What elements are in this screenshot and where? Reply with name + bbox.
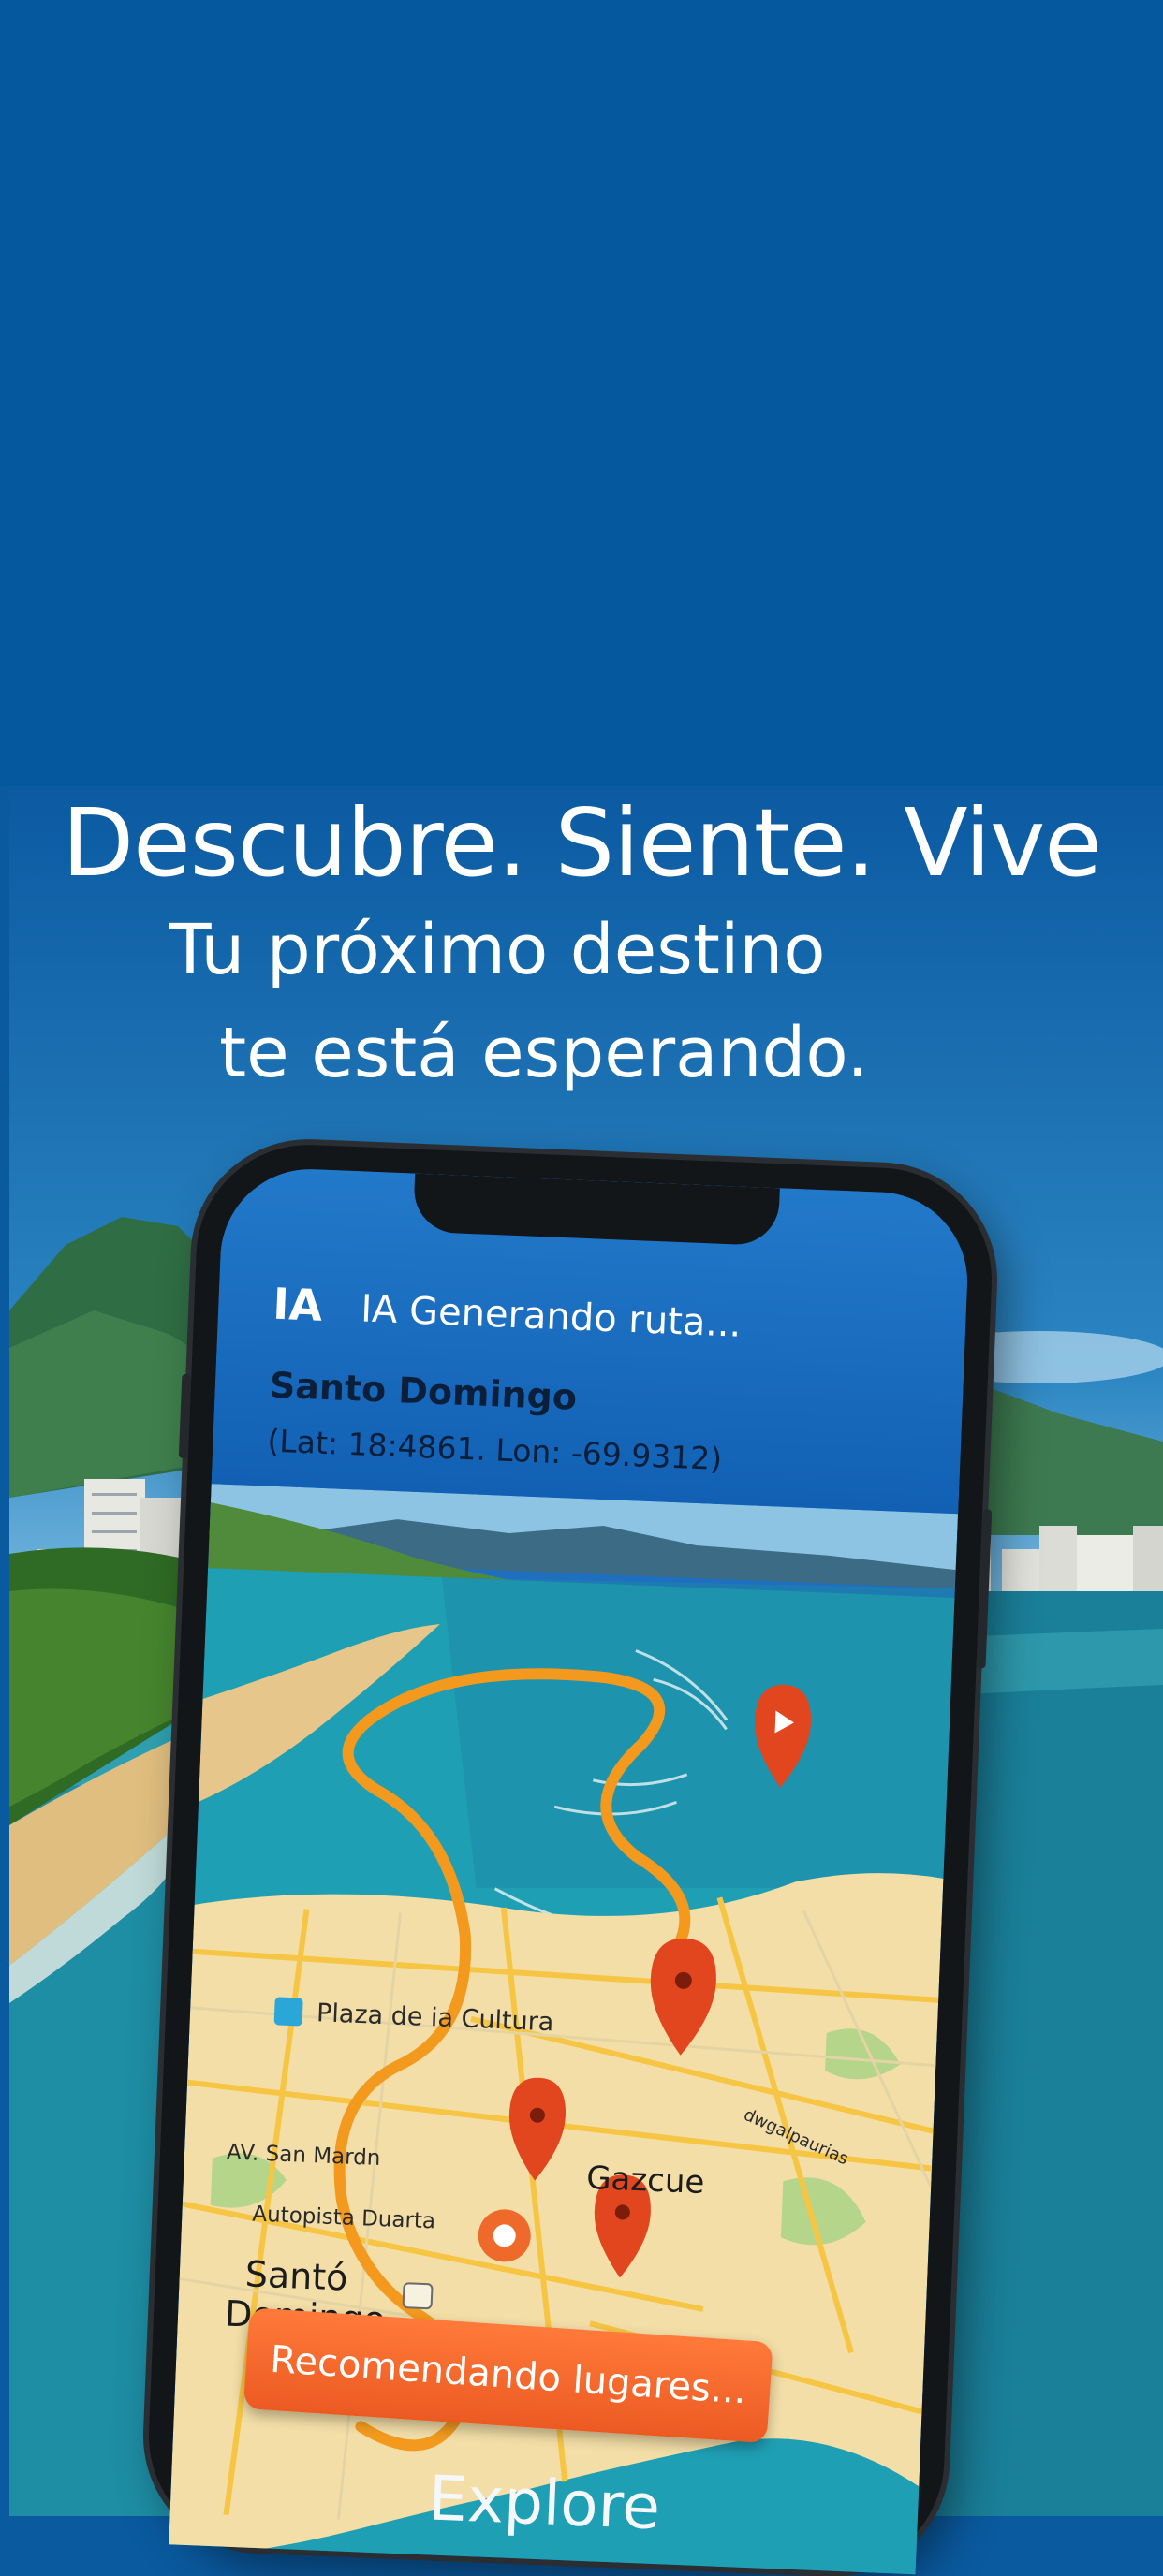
map-label-santo: Santó bbox=[243, 2253, 349, 2299]
top-background bbox=[0, 0, 1163, 786]
headline-title: Descubre. Siente. Vive bbox=[62, 788, 1102, 898]
location-coordinates: (Lat: 18:4861. Lon: -69.9312) bbox=[266, 1422, 723, 1478]
phone-screen: IA IA Generando ruta... Santo Domingo (L… bbox=[169, 1165, 971, 2575]
plaza-icon bbox=[273, 1997, 303, 2027]
headline-line-2: te está esperando. bbox=[219, 1013, 869, 1093]
bus-stop-icon bbox=[402, 2282, 434, 2310]
phone-mockup: IA IA Generando ruta... Santo Domingo (L… bbox=[144, 1140, 996, 2576]
headline-line-1: Tu próximo destino bbox=[169, 910, 826, 990]
route-status-text: IA Generando ruta... bbox=[360, 1287, 743, 1346]
map-label-gazcue: Gazcue bbox=[585, 2159, 706, 2202]
ia-badge: IA bbox=[272, 1278, 324, 1331]
location-name: Santo Domingo bbox=[269, 1364, 578, 1418]
